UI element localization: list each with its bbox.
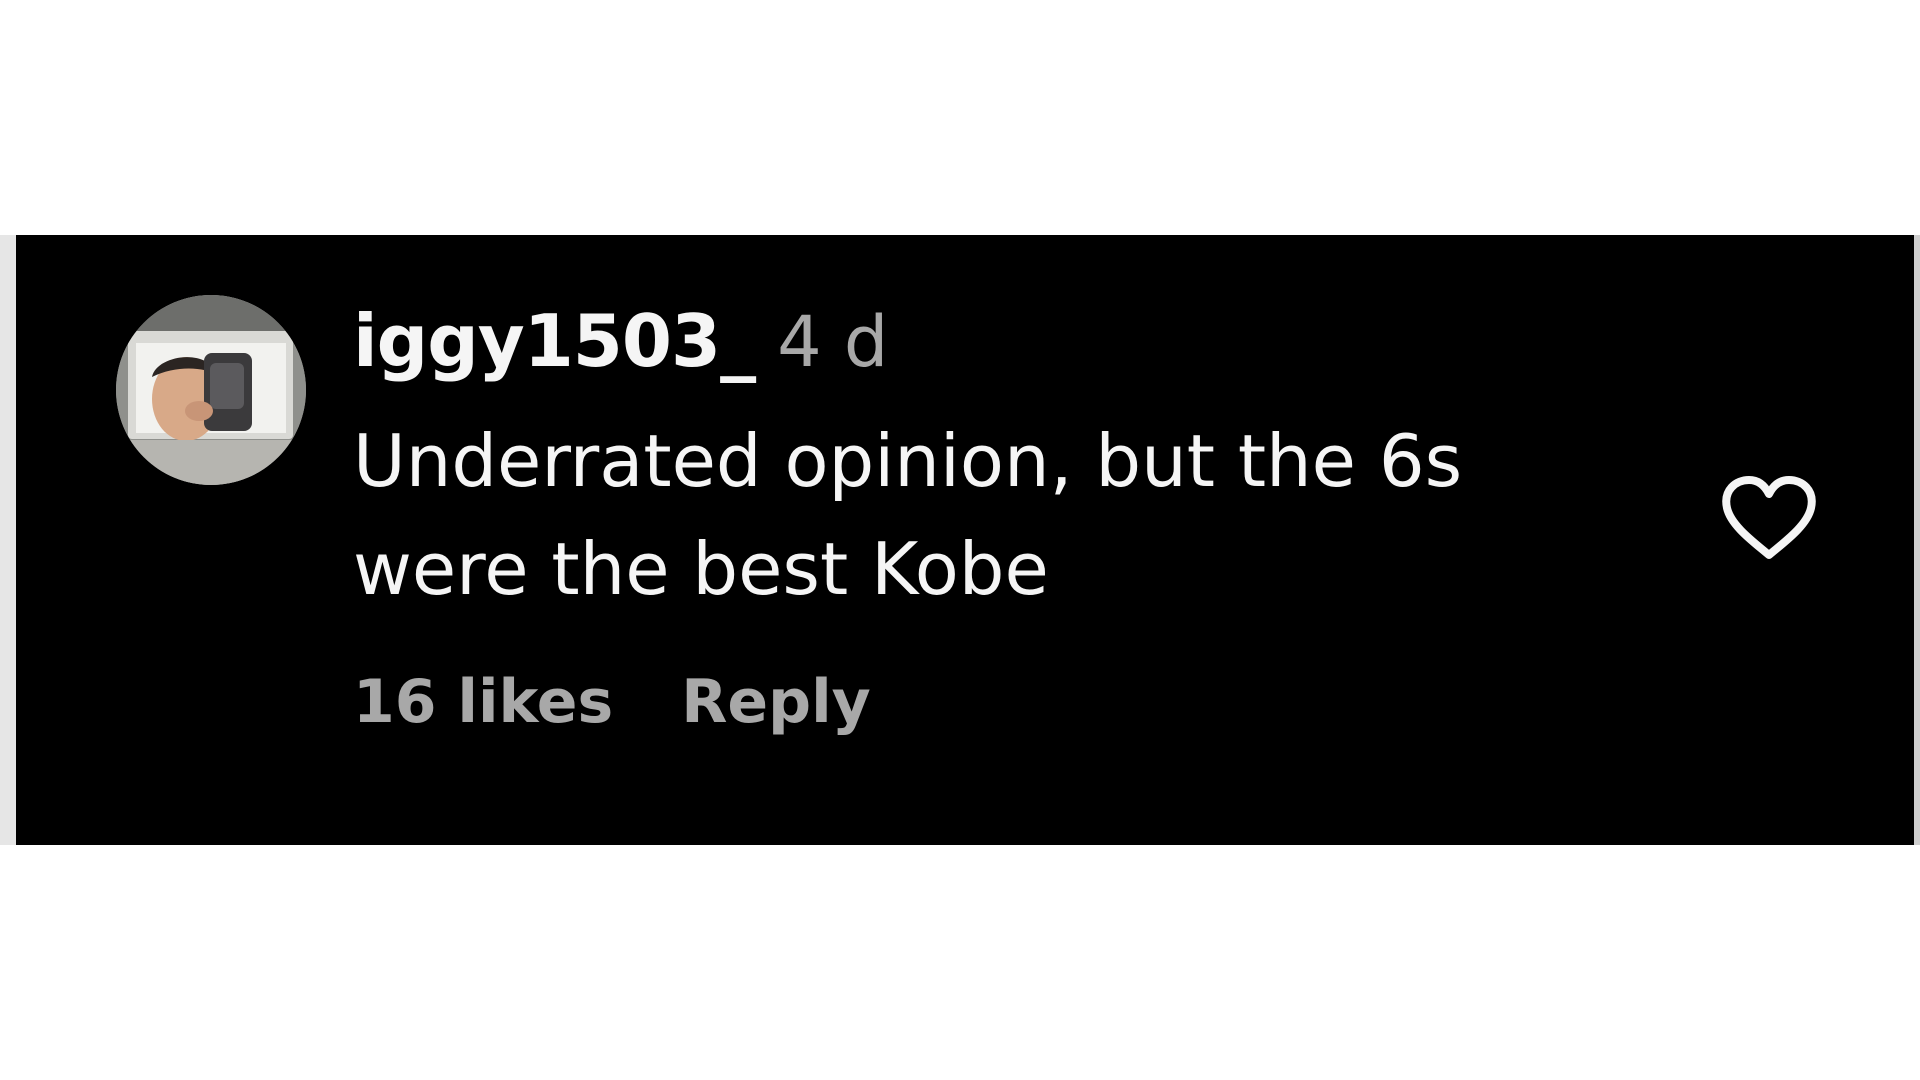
comment-content: iggy1503_ 4 d Underrated opinion, but th… — [353, 305, 1583, 623]
comment-text: Underrated opinion, but the 6s were the … — [353, 407, 1583, 623]
page: iggy1503_ 4 d Underrated opinion, but th… — [0, 0, 1920, 1080]
likes-count[interactable]: 16 likes — [353, 672, 613, 732]
left-border-strip — [0, 235, 16, 845]
comment-text-line-2: were the best Kobe — [353, 527, 1049, 611]
comment-actions: 16 likes Reply — [353, 672, 871, 732]
username-link[interactable]: iggy1503_ — [353, 305, 756, 377]
comment-header: iggy1503_ 4 d — [353, 305, 1583, 405]
like-button[interactable] — [1719, 473, 1819, 563]
reply-button[interactable]: Reply — [681, 672, 871, 732]
heart-outline-icon — [1722, 476, 1816, 559]
right-border-strip — [1914, 235, 1920, 845]
comment-text-line-1: Underrated opinion, but the 6s — [353, 419, 1463, 503]
comment-card: iggy1503_ 4 d Underrated opinion, but th… — [16, 235, 1914, 845]
comment-timestamp: 4 d — [777, 301, 889, 383]
avatar-image — [116, 295, 306, 485]
user-avatar[interactable] — [116, 295, 306, 485]
